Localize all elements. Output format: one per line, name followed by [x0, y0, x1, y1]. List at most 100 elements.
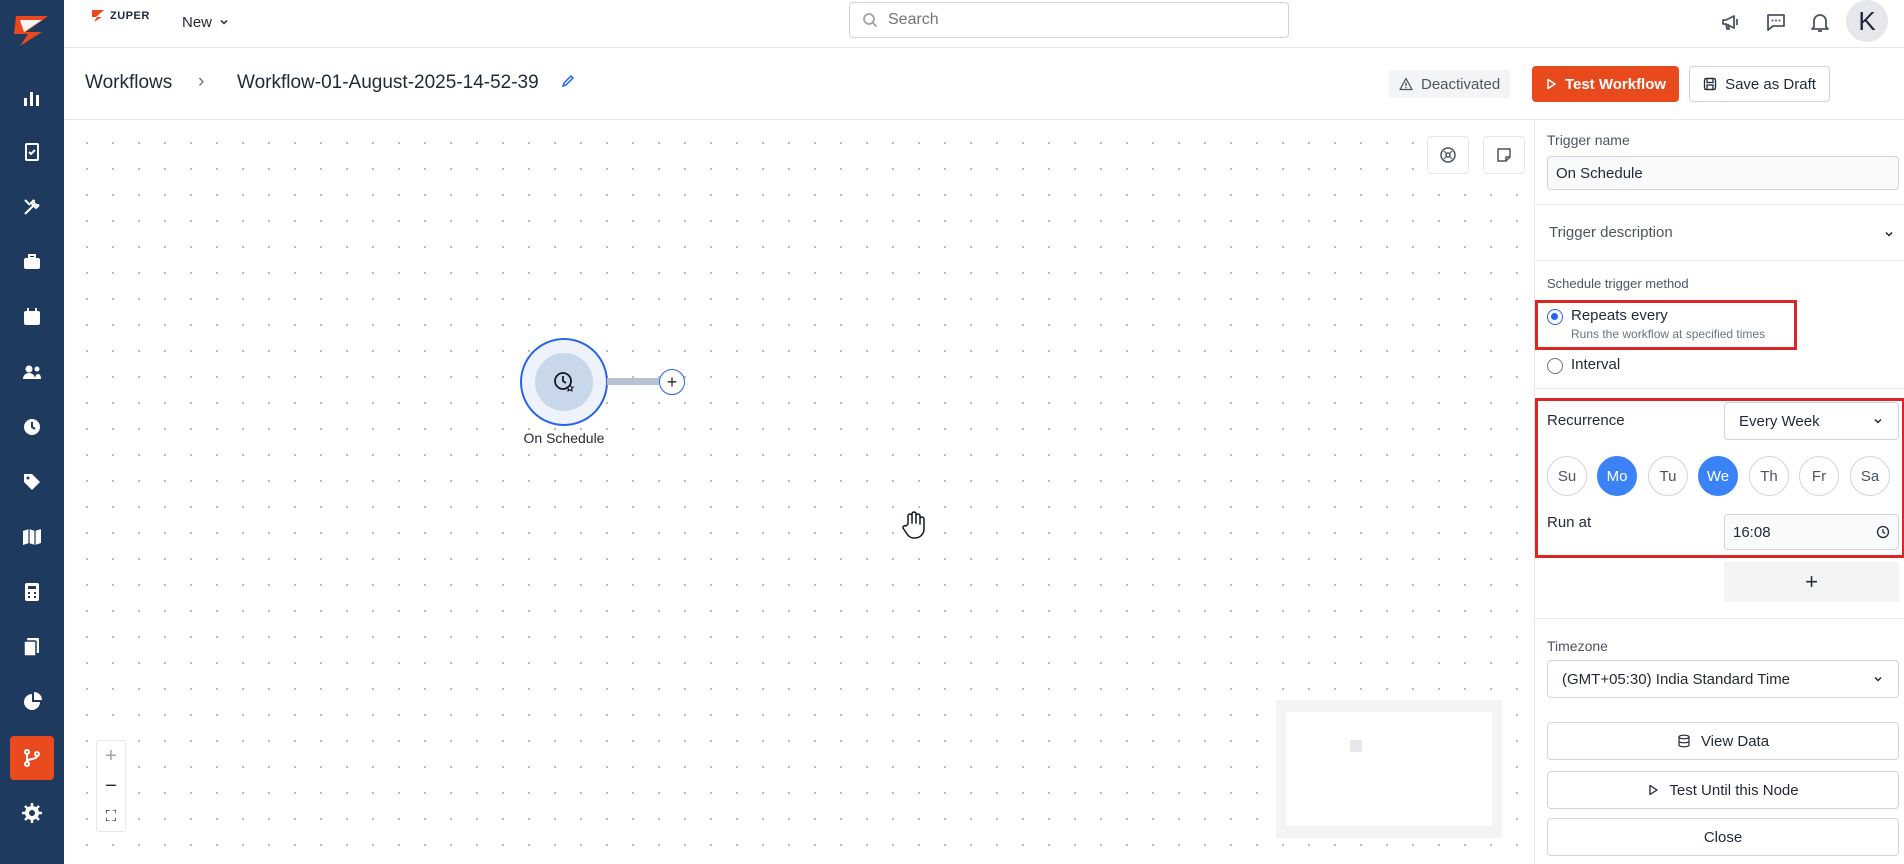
hand-cursor-icon [900, 510, 928, 545]
add-run-time-button[interactable]: + [1724, 562, 1899, 602]
fit-view-button[interactable]: ⛶ [97, 801, 125, 831]
schedule-node-core [535, 353, 593, 411]
trigger-config-panel: Trigger name On Schedule Trigger descrip… [1534, 120, 1904, 864]
trigger-name-label: Trigger name [1547, 132, 1630, 148]
view-data-button[interactable]: View Data [1547, 722, 1899, 760]
chat-icon[interactable] [1760, 6, 1792, 38]
day-toggle-wednesday[interactable]: We [1698, 456, 1738, 496]
sidebar-clock-icon[interactable] [10, 405, 54, 449]
warning-icon [1399, 77, 1413, 91]
repeats-option-help: Runs the workflow at specified times [1571, 327, 1766, 341]
clock-star-icon [554, 372, 575, 392]
breadcrumb-separator: › [198, 71, 205, 92]
minimap-viewport [1286, 712, 1492, 826]
add-next-node-button[interactable]: + [659, 369, 685, 395]
run-at-value: 16:08 [1733, 523, 1771, 541]
sidebar-briefcase-icon[interactable] [10, 240, 54, 284]
timezone-label: Timezone [1547, 638, 1608, 654]
minimap-node-marker [1350, 740, 1362, 752]
recurrence-select[interactable]: Every Week [1724, 402, 1899, 440]
view-data-label: View Data [1700, 732, 1770, 750]
workflow-title: Workflow-01-August-2025-14-52-39 [237, 72, 539, 93]
run-at-label: Run at [1547, 514, 1592, 531]
trigger-name-input[interactable]: On Schedule [1547, 156, 1899, 190]
zoom-out-button[interactable]: − [97, 771, 125, 801]
day-toggle-friday[interactable]: Fr [1799, 456, 1839, 496]
test-workflow-button[interactable]: Test Workflow [1532, 66, 1679, 102]
day-toggle-monday[interactable]: Mo [1597, 456, 1637, 496]
new-menu-label: New [182, 13, 213, 31]
test-until-node-label: Test Until this Node [1669, 781, 1799, 799]
day-toggle-thursday[interactable]: Th [1749, 456, 1789, 496]
sidebar-reports-icon[interactable] [10, 680, 54, 724]
announcements-icon[interactable] [1715, 6, 1747, 38]
timezone-select[interactable]: (GMT+05:30) India Standard Time [1547, 660, 1899, 698]
edit-pencil-icon[interactable] [560, 73, 576, 94]
canvas-focus-icon[interactable] [1427, 136, 1469, 174]
run-at-time-input[interactable]: 16:08 [1724, 514, 1899, 550]
method-repeats-option[interactable]: Repeats every Runs the workflow at speci… [1547, 307, 1765, 341]
search-input[interactable] [888, 11, 1268, 29]
close-panel-button[interactable]: Close [1547, 818, 1899, 856]
chevron-down-icon [220, 19, 228, 25]
brand-logo[interactable]: ZUPER [90, 8, 150, 24]
recurrence-value: Every Week [1739, 412, 1820, 430]
interval-radio[interactable] [1547, 358, 1563, 374]
sidebar-dashboard-icon[interactable] [10, 76, 54, 120]
canvas-minimap[interactable] [1276, 700, 1502, 838]
test-workflow-label: Test Workflow [1564, 75, 1667, 93]
interval-option-label: Interval [1571, 356, 1621, 373]
test-until-node-button[interactable]: Test Until this Node [1547, 771, 1899, 809]
sidebar-users-icon[interactable] [10, 350, 54, 394]
schedule-method-label: Schedule trigger method [1547, 276, 1689, 291]
save-as-draft-button[interactable]: Save as Draft [1689, 66, 1830, 102]
repeats-option-text: Repeats every Runs the workflow at speci… [1571, 307, 1765, 341]
database-icon [1678, 734, 1690, 748]
top-bar: ZUPER New K [64, 0, 1904, 48]
zoom-controls: + − ⛶ [96, 740, 126, 832]
sidebar-map-icon[interactable] [10, 515, 54, 559]
save-disk-icon [1703, 77, 1717, 91]
sidebar-settings-icon[interactable] [10, 791, 54, 835]
day-toggle-sunday[interactable]: Su [1547, 456, 1587, 496]
play-icon [1547, 78, 1556, 90]
sidebar-tag-icon[interactable] [10, 460, 54, 504]
schedule-trigger-node[interactable] [520, 338, 608, 426]
sidebar-workflows-icon[interactable] [10, 736, 54, 780]
zoom-in-button[interactable]: + [97, 741, 125, 771]
sidebar-calculator-icon[interactable] [10, 570, 54, 614]
left-sidebar [0, 0, 64, 864]
global-search[interactable] [849, 2, 1289, 38]
day-toggle-tuesday[interactable]: Tu [1648, 456, 1688, 496]
status-badge: Deactivated [1389, 70, 1511, 98]
schedule-node-label: On Schedule [523, 430, 605, 446]
brand-mark-icon [92, 10, 104, 22]
day-toggle-saturday[interactable]: Sa [1850, 456, 1890, 496]
new-menu-button[interactable]: New [182, 10, 230, 34]
sidebar-tools-icon[interactable] [10, 185, 54, 229]
sidebar-calendar-icon[interactable] [10, 295, 54, 339]
sidebar-documents-icon[interactable] [10, 625, 54, 669]
notifications-bell-icon[interactable] [1804, 6, 1836, 38]
play-icon [1649, 784, 1659, 796]
brand-name: ZUPER [110, 10, 150, 22]
user-avatar[interactable]: K [1846, 0, 1888, 42]
save-as-draft-label: Save as Draft [1725, 75, 1816, 93]
zuper-logo-icon[interactable] [8, 6, 56, 54]
status-badge-label: Deactivated [1421, 75, 1501, 93]
sidebar-jobs-icon[interactable] [10, 130, 54, 174]
clock-icon [1876, 525, 1890, 539]
recurrence-label: Recurrence [1547, 412, 1625, 429]
repeats-radio[interactable] [1547, 309, 1563, 325]
node-connector [607, 378, 659, 385]
chevron-down-icon [1874, 676, 1882, 682]
timezone-value: (GMT+05:30) India Standard Time [1562, 670, 1791, 688]
chevron-down-icon[interactable] [1883, 228, 1895, 240]
breadcrumb-workflows[interactable]: Workflows [85, 72, 172, 94]
sticky-note-icon[interactable] [1483, 136, 1525, 174]
method-interval-option[interactable]: Interval [1547, 356, 1620, 374]
workflow-canvas[interactable]: + On Schedule + − ⛶ [64, 120, 1534, 864]
close-panel-label: Close [1703, 828, 1743, 846]
workflow-header: Workflows › Workflow-01-August-2025-14-5… [64, 48, 1904, 120]
trigger-description-toggle[interactable]: Trigger description [1549, 224, 1673, 241]
